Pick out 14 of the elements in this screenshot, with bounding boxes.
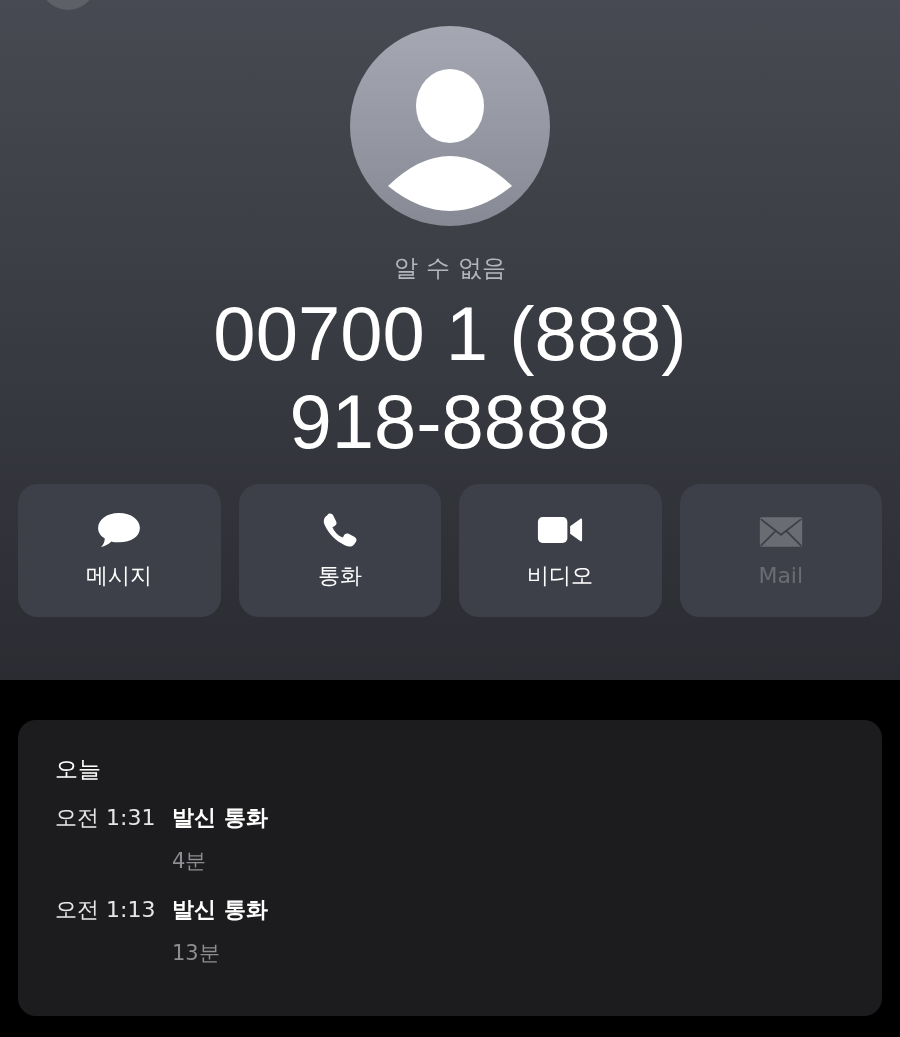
date-heading: 오늘 [55, 755, 102, 784]
call-type: 발신 통화 [172, 896, 268, 924]
message-button[interactable]: 메시지 [18, 484, 221, 617]
call-duration: 13분 [172, 940, 221, 967]
avatar-icon [350, 26, 550, 226]
phone-number: 00700 1 (888) 918-8888 [213, 290, 687, 466]
caller-name: 알 수 없음 [394, 253, 506, 284]
video-button[interactable]: 비디오 [459, 484, 662, 617]
call-time: 오전 1:13 [55, 896, 157, 924]
speech-bubble-icon [96, 510, 143, 549]
call-time: 오전 1:31 [55, 804, 157, 832]
phone-button[interactable]: 통화 [238, 484, 441, 617]
call-duration: 4분 [172, 848, 208, 875]
call-type: 발신 통화 [172, 804, 268, 832]
